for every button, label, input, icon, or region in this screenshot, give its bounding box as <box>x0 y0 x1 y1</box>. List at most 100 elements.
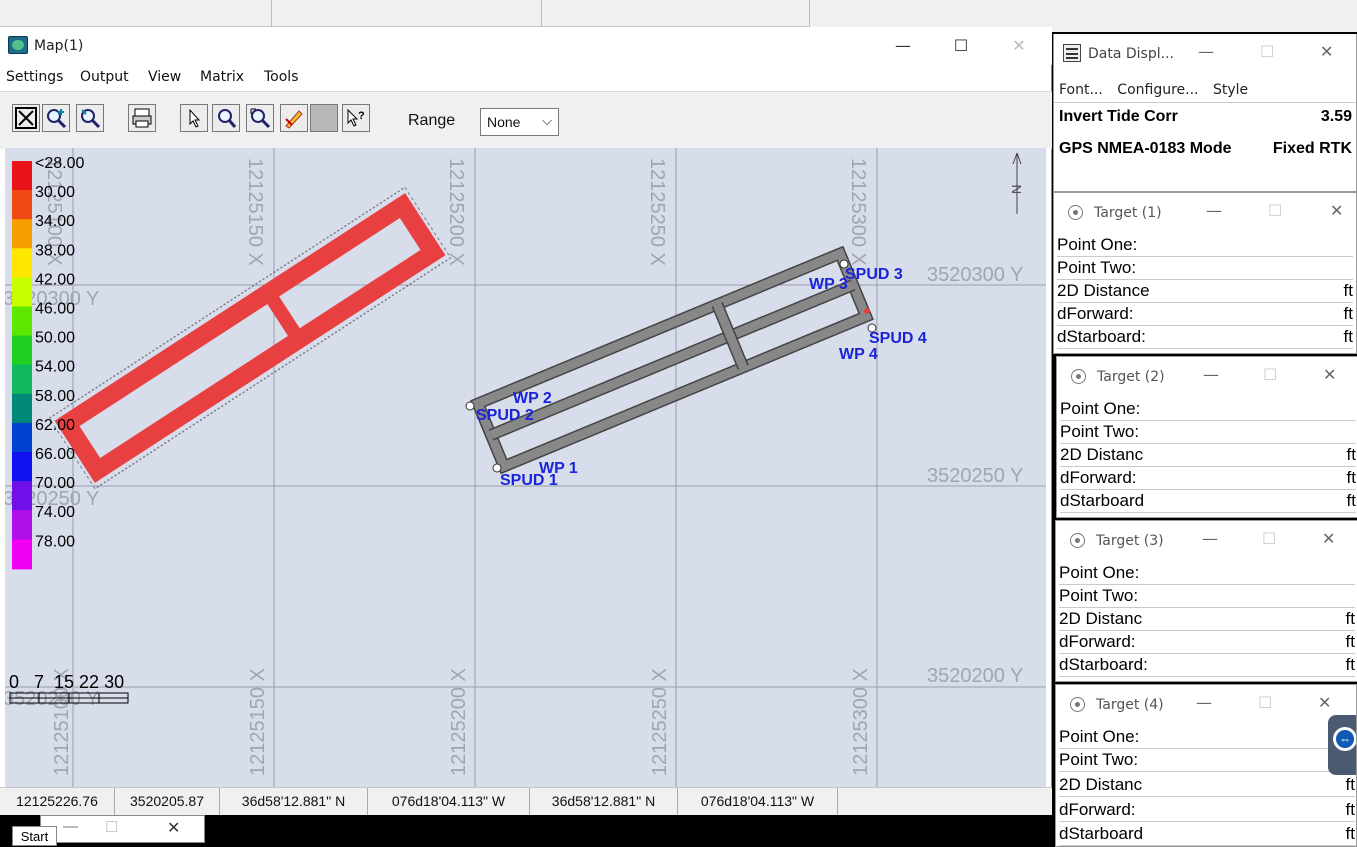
range-select[interactable]: None ⌵ <box>480 108 559 136</box>
data-display-icon <box>1063 44 1081 62</box>
legend-label: 46.00 <box>35 301 75 318</box>
close-button[interactable]: ✕ <box>1330 201 1343 220</box>
map-canvas[interactable]: 12125150 X 12125200 X 12125250 X 1212530… <box>5 148 1046 787</box>
legend-swatch <box>12 219 32 250</box>
target-row: Point One: <box>1060 398 1356 421</box>
close-button[interactable]: ✕ <box>1323 365 1336 384</box>
maximize-button[interactable]: ☐ <box>1263 365 1277 384</box>
close-icon[interactable]: ✕ <box>167 818 180 838</box>
target-row: 2D Distance ft <box>1057 280 1353 303</box>
menu-output[interactable]: Output <box>80 69 129 85</box>
target-icon <box>1070 533 1085 548</box>
target-icon <box>1070 697 1085 712</box>
row-unit: ft <box>1345 609 1355 628</box>
row-unit: ft <box>1345 824 1355 843</box>
gray-barge <box>470 245 874 475</box>
position-marker <box>864 308 870 314</box>
minimize-button[interactable]: — <box>880 33 926 61</box>
row-label: dForward: <box>1059 632 1136 651</box>
marker-label: WP 2 <box>513 390 552 407</box>
data-display-body: Invert Tide Corr 3.59 GPS NMEA-0183 Mode… <box>1054 102 1356 191</box>
legend-label: 62.00 <box>35 417 75 434</box>
row-label: Point Two: <box>1059 750 1139 769</box>
zoom-extents-icon[interactable] <box>12 104 40 132</box>
row-unit: ft <box>1346 445 1356 464</box>
pointer-icon[interactable] <box>180 104 208 132</box>
row-label: Point Two: <box>1059 586 1139 605</box>
row-unit: ft <box>1346 491 1356 510</box>
target-row: dStarboard ft <box>1060 490 1356 513</box>
row-label: 2D Distanc <box>1060 445 1144 464</box>
data-display-title: Data Displ... <box>1088 46 1174 62</box>
target-window-2: Target (2) — ☐ ✕ Point One: Point Two: 2… <box>1056 356 1357 518</box>
maximize-button[interactable]: ☐ <box>1258 693 1272 712</box>
row-label: 2D Distanc <box>1059 775 1143 794</box>
minimize-button[interactable]: — <box>1198 42 1214 61</box>
grid-y-label: 3520250 Y <box>927 465 1023 487</box>
target-window-3: Target (3) — ☐ ✕ Point One: Point Two: 2… <box>1055 520 1357 682</box>
status-longitude-2: 076d18'04.113" W <box>678 788 838 815</box>
menu-configure[interactable]: Configure... <box>1117 82 1198 98</box>
marker-label: SPUD 2 <box>476 407 534 424</box>
close-button[interactable]: ✕ <box>1322 529 1335 548</box>
grid-x-label: 12125300 X <box>850 668 872 776</box>
menu-view[interactable]: View <box>148 69 181 85</box>
print-icon[interactable] <box>128 104 156 132</box>
row-unit: ft <box>1343 327 1353 346</box>
status-bar: 12125226.76 3520205.87 36d58'12.881" N 0… <box>0 787 1052 815</box>
maximize-button[interactable]: ☐ <box>938 33 984 61</box>
menu-font[interactable]: Font... <box>1059 82 1103 98</box>
menu-style[interactable]: Style <box>1213 82 1248 98</box>
minimized-window[interactable]: — ☐ ✕ <box>40 815 205 843</box>
zoom-window-icon[interactable] <box>212 104 240 132</box>
minimize-button[interactable]: — <box>1202 529 1218 548</box>
maximize-button[interactable]: ☐ <box>1268 201 1282 220</box>
help-pointer-icon[interactable]: ? <box>342 104 370 132</box>
grid-y-label: 3520300 Y <box>927 264 1023 286</box>
row-label: 2D Distance <box>1057 281 1150 300</box>
data-label: GPS NMEA-0183 Mode <box>1059 140 1232 157</box>
legend-swatch <box>12 422 32 453</box>
menu-tools[interactable]: Tools <box>264 69 299 85</box>
blank-tool-button[interactable] <box>310 104 338 132</box>
maximize-icon[interactable]: ☐ <box>105 818 118 836</box>
edit-icon[interactable] <box>280 104 308 132</box>
menu-matrix[interactable]: Matrix <box>200 69 244 85</box>
legend-label: 78.00 <box>35 533 75 550</box>
legend-label: 74.00 <box>35 504 75 521</box>
maximize-button[interactable]: ☐ <box>1262 529 1276 548</box>
target-row: dForward: ft <box>1060 467 1356 490</box>
zoom-in-icon[interactable] <box>42 104 70 132</box>
target-row: dForward: ft <box>1059 799 1355 822</box>
marker-label: WP 4 <box>839 346 878 363</box>
pan-icon[interactable] <box>246 104 274 132</box>
close-button[interactable]: ✕ <box>1318 693 1331 712</box>
minimize-icon[interactable]: — <box>63 818 78 835</box>
scale-bar: 0 7 15 22 30 <box>9 672 129 704</box>
target-row: Point Two: <box>1059 585 1355 608</box>
target-row: dStarboard: ft <box>1059 654 1355 677</box>
scale-bar-label: 0 7 15 22 30 <box>9 672 124 692</box>
minimize-button[interactable]: — <box>1196 693 1212 712</box>
legend-label: <28.00 <box>35 155 84 172</box>
minimize-button[interactable]: — <box>1206 201 1222 220</box>
side-tab-icon[interactable]: ⇔ <box>1328 715 1356 775</box>
north-arrow-icon: N <box>1009 152 1024 214</box>
zoom-out-icon[interactable] <box>76 104 104 132</box>
grid-x-label: 12125300 X <box>847 158 869 266</box>
minimize-button[interactable]: — <box>1203 365 1219 384</box>
legend-swatch <box>12 161 32 192</box>
grid-x-label: 12125250 X <box>649 668 671 776</box>
map-titlebar: Map(1) — ☐ ✕ <box>0 27 1052 65</box>
start-button[interactable]: Start <box>12 826 57 846</box>
maximize-button[interactable]: ☐ <box>1260 42 1274 61</box>
close-button[interactable]: ✕ <box>1320 42 1333 61</box>
legend-swatch <box>12 452 32 483</box>
close-button[interactable]: ✕ <box>996 33 1042 61</box>
menu-settings[interactable]: Settings <box>6 69 63 85</box>
row-label: Point One: <box>1059 727 1140 746</box>
target-title: Target (2) <box>1097 369 1165 385</box>
target-title: Target (1) <box>1094 205 1162 221</box>
target-icon <box>1068 205 1083 220</box>
legend-swatch <box>12 277 32 308</box>
